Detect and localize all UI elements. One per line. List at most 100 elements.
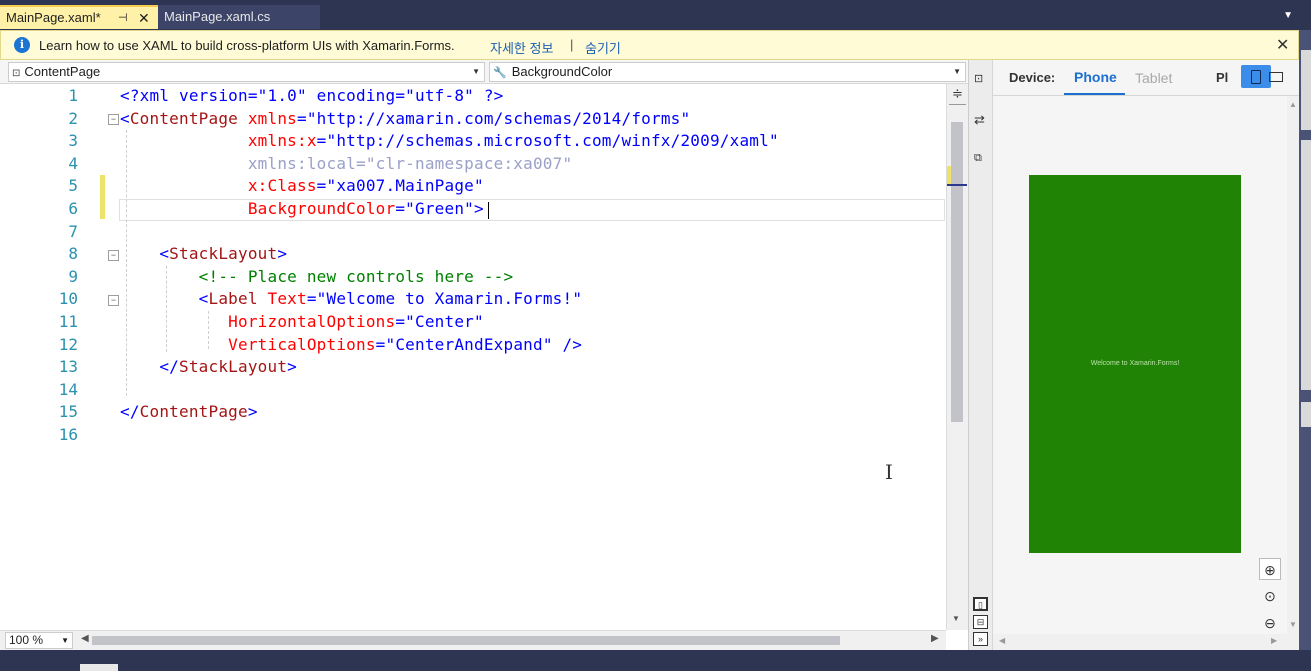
info-bar: i Learn how to use XAML to build cross-p… [0,30,1299,60]
code-line[interactable]: <?xml version="1.0" encoding="utf-8" ?> [120,85,503,107]
tab-mainpage-xaml[interactable]: MainPage.xaml* ⊣ ✕ [0,5,158,29]
scroll-left-icon[interactable]: ◀ [999,636,1005,645]
tab-mainpage-xaml-cs[interactable]: MainPage.xaml.cs [158,5,320,29]
code-token: x:Class [120,176,317,196]
expand-pane-icon[interactable]: » [973,632,988,646]
code-token: < [120,108,130,128]
chevron-down-icon: ▼ [472,67,480,76]
zoom-fit-icon[interactable]: ⊙ [1259,585,1281,607]
line-number: 12 [58,334,78,354]
code-line[interactable]: </StackLayout> [120,356,297,378]
code-line[interactable]: <Label Text="Welcome to Xamarin.Forms!" [120,288,582,310]
tab-overflow-dropdown-icon[interactable]: ▼ [1283,10,1293,21]
mouse-ibeam-cursor-icon: I [885,460,893,484]
xaml-element-icon: ⊡ [12,68,21,79]
line-number: 5 [68,176,78,196]
code-token: ="Center" [395,312,484,331]
tab-tablet[interactable]: Tablet [1135,70,1172,86]
fold-toggle-icon[interactable]: − [108,295,119,306]
indent-guide [166,266,167,352]
code-line[interactable]: x:Class="xa007.MainPage" [120,175,484,197]
editor-horizontal-bar: 100 % ▼ ◀ ▶ [0,630,946,650]
code-token: </ [120,357,179,377]
chevron-down-icon: ▼ [61,636,69,645]
fold-toggle-icon[interactable]: − [108,114,119,125]
line-number: 15 [58,402,78,422]
code-token: HorizontalOptions [120,312,396,331]
code-token: <!-- Place new controls here --> [120,266,514,286]
line-number: 9 [68,266,78,286]
split-view-icon[interactable]: ≑ [949,86,966,105]
close-icon[interactable]: ✕ [138,7,150,29]
code-token: Text [257,289,307,309]
landscape-orientation-icon[interactable] [1269,72,1283,82]
indent-guide [126,130,127,396]
indent-guide [208,311,209,349]
code-line[interactable]: <ContentPage xmlns="http://xamarin.com/s… [120,108,690,130]
code-line[interactable]: <!-- Place new controls here --> [120,266,513,288]
code-line[interactable]: </ContentPage> [120,401,258,423]
changed-lines-marker [100,175,105,219]
scroll-left-icon[interactable]: ◀ [81,633,89,644]
code-token: StackLayout [169,244,278,264]
toggle-pane-icon[interactable]: ⊡ [974,72,983,85]
element-dropdown[interactable]: ⊡ ContentPage ▼ [8,62,485,82]
info-message: Learn how to use XAML to build cross-pla… [39,38,455,53]
scroll-up-icon[interactable]: ▲ [1289,100,1297,109]
bottom-panel-tab[interactable] [80,664,118,671]
panel-edge-segment [1301,50,1311,130]
line-number: 8 [68,244,78,264]
selected-tab-indicator [1064,93,1125,95]
close-icon[interactable]: ✕ [1276,35,1289,55]
preview-canvas: Welcome to Xamarin.Forms! ⊕ ⊙ ⊖ [993,96,1287,634]
code-token: ="http://xamarin.com/schemas/2014/forms" [297,108,691,128]
code-line[interactable]: xmlns:local="clr-namespace:xa007" [120,153,572,175]
hide-link[interactable]: 숨기기 [585,38,621,57]
learn-more-link[interactable]: 자세한 정보 [490,38,553,57]
split-vertical-icon[interactable]: ▯ [973,597,988,611]
line-number: 2 [68,108,78,128]
zoom-level-dropdown[interactable]: 100 % ▼ [5,632,73,649]
code-token: xmlns [238,108,298,128]
preview-horizontal-scrollbar[interactable]: ◀ ▶ [993,634,1300,650]
zoom-in-icon[interactable]: ⊕ [1259,558,1281,580]
code-token: ="http://schemas.microsoft.com/winfx/200… [316,131,779,151]
scroll-right-icon[interactable]: ▶ [931,633,939,644]
fold-toggle-icon[interactable]: − [108,250,119,261]
element-dropdown-value: ContentPage [24,64,101,79]
swap-panes-icon[interactable]: ⇄ [974,112,985,128]
vertical-scroll-thumb[interactable] [951,122,963,422]
code-line[interactable]: VerticalOptions="CenterAndExpand" /> [120,334,582,356]
code-line[interactable]: HorizontalOptions="Center" [120,311,484,333]
editor-vertical-scrollbar[interactable]: ≑ ▼ [946,84,968,630]
portrait-orientation-button[interactable] [1241,65,1271,88]
line-number: 13 [58,357,78,377]
tab-phone[interactable]: Phone [1074,69,1117,85]
code-token: <?xml version="1.0" encoding="utf-8" ?> [120,86,504,105]
code-line[interactable]: <StackLayout> [120,243,287,265]
code-editor[interactable]: 1 2 3 4 5 6 7 8 9 10 11 12 13 14 15 16 <?xml version="1… [0,84,946,630]
panel-edge-segment [1301,402,1311,427]
horizontal-scroll-thumb[interactable] [92,636,840,645]
code-token: ContentPage [139,402,248,422]
member-dropdown-value: BackgroundColor [511,64,613,79]
scroll-down-icon[interactable]: ▼ [952,614,960,623]
code-token: < [120,289,209,309]
code-line[interactable]: xmlns:x="http://schemas.microsoft.com/wi… [120,130,779,152]
portrait-icon [1251,70,1261,84]
collapse-pane-icon[interactable]: ⧉ [974,152,982,165]
scroll-down-icon[interactable]: ▼ [1289,620,1297,629]
line-number: 16 [58,425,78,444]
text-caret [488,202,489,219]
right-side-panel-edge [1299,30,1311,650]
scroll-right-icon[interactable]: ▶ [1271,636,1277,645]
preview-welcome-label: Welcome to Xamarin.Forms! [1090,360,1180,367]
device-label: Device: [1009,70,1056,85]
zoom-out-icon[interactable]: ⊖ [1259,612,1281,634]
member-dropdown[interactable]: 🔧 BackgroundColor ▼ [489,62,966,82]
document-tab-bar: MainPage.xaml* ⊣ ✕ MainPage.xaml.cs ▼ [0,0,1311,30]
pin-icon[interactable]: ⊣ [118,7,128,29]
split-horizontal-icon[interactable]: ⊟ [973,615,988,629]
code-token: < [120,244,170,264]
code-token: ="Welcome to Xamarin.Forms!" [306,289,583,309]
